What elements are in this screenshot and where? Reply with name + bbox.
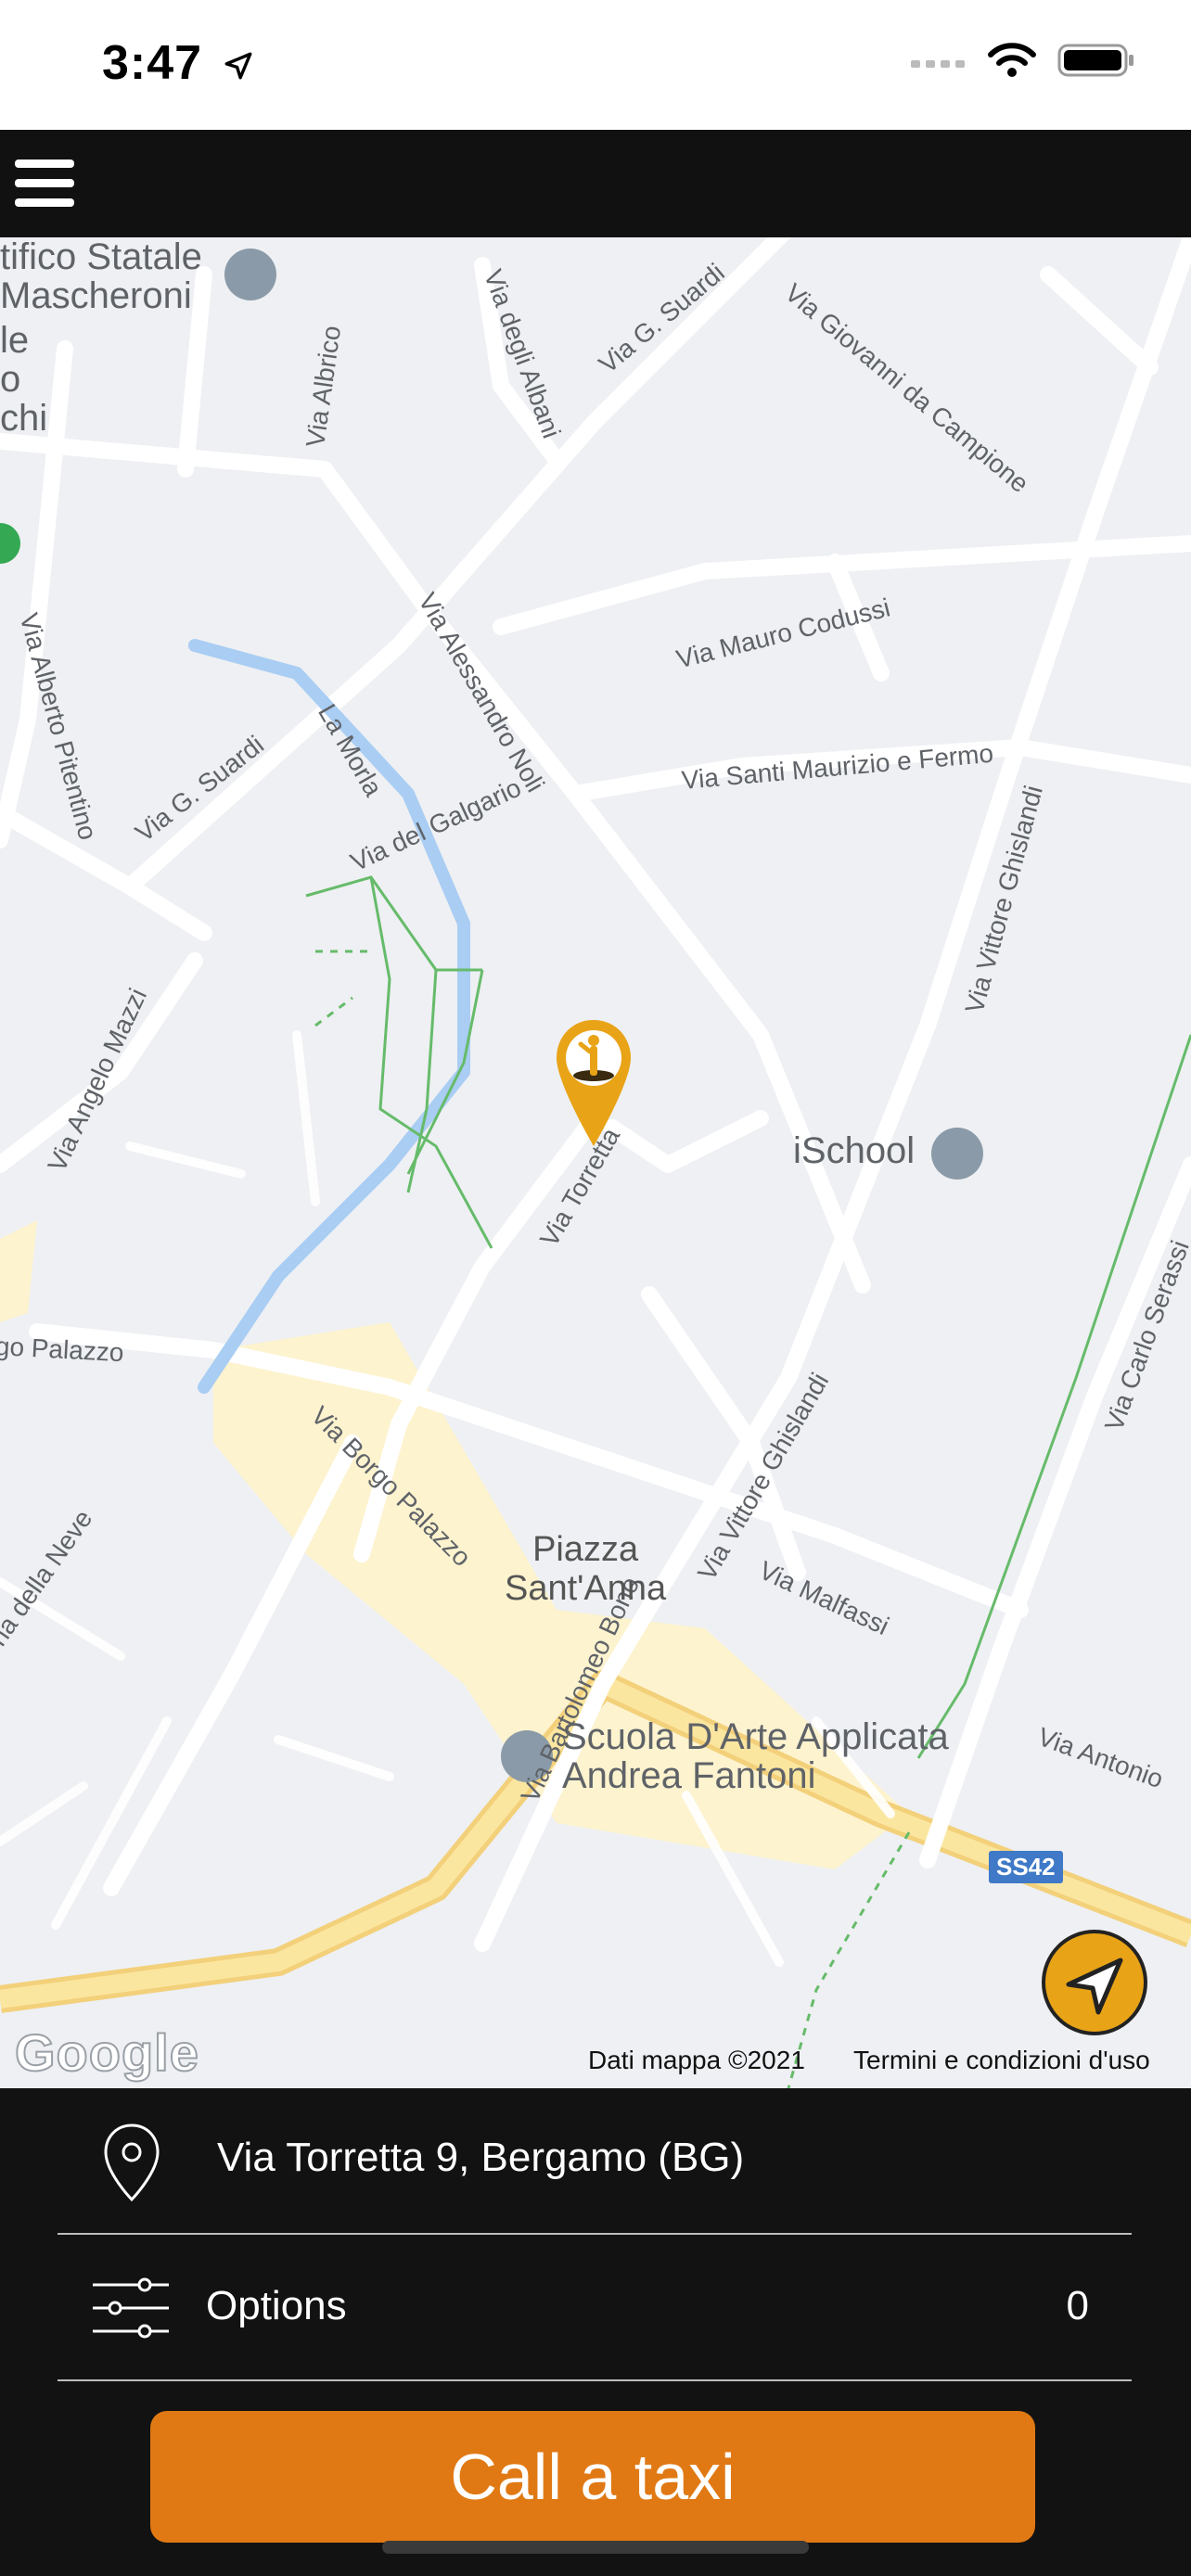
poi-liceo-mascheroni[interactable]: tifico Statale Mascheroni bbox=[0, 237, 202, 315]
battery-icon bbox=[1057, 44, 1133, 77]
location-pin-icon bbox=[104, 2123, 160, 2202]
street-label: go Palazzo bbox=[0, 1332, 125, 1368]
poi-edge-text: le o chi bbox=[0, 320, 48, 439]
taxi-pickup-marker-icon[interactable] bbox=[555, 1018, 633, 1148]
google-logo: Google bbox=[14, 2022, 199, 2083]
options-row[interactable]: Options 0 bbox=[0, 2237, 1191, 2378]
road-badge-ss42: SS42 bbox=[989, 1851, 1063, 1883]
wifi-icon bbox=[988, 43, 1036, 77]
poi-scuola-arte-fantoni[interactable]: Scuola D'Arte Applicata Andrea Fantoni bbox=[562, 1717, 949, 1795]
my-location-button-icon[interactable] bbox=[1041, 1929, 1148, 2036]
status-time: 3:47 bbox=[102, 35, 254, 91]
poi-ischool[interactable]: iSchool bbox=[793, 1131, 915, 1170]
divider bbox=[58, 2379, 1132, 2381]
pickup-address: Via Torretta 9, Bergamo (BG) bbox=[217, 2135, 745, 2180]
place-piazza-sant-anna[interactable]: Piazza Sant'Anna bbox=[505, 1530, 666, 1608]
options-label: Options bbox=[206, 2283, 347, 2328]
nav-bar bbox=[0, 130, 1191, 237]
options-count: 0 bbox=[1066, 2283, 1089, 2328]
cellular-signal-icon bbox=[911, 60, 965, 68]
bottom-panel: Via Torretta 9, Bergamo (BG) Options 0 C… bbox=[0, 2088, 1191, 2576]
location-arrow-icon bbox=[224, 52, 251, 80]
map-attribution: Dati mappa ©2021 bbox=[588, 2046, 805, 2074]
map-terms-link[interactable]: Termini e condizioni d'uso bbox=[853, 2046, 1150, 2075]
home-indicator bbox=[382, 2541, 809, 2554]
sliders-icon bbox=[93, 2277, 169, 2339]
hamburger-menu-icon[interactable] bbox=[11, 156, 78, 211]
divider bbox=[58, 2233, 1132, 2235]
status-bar: 3:47 bbox=[0, 0, 1191, 130]
address-row[interactable]: Via Torretta 9, Bergamo (BG) bbox=[0, 2088, 1191, 2233]
map-view[interactable]: Via G. Suardi Via G. Suardi Via degli Alba… bbox=[0, 237, 1191, 2088]
call-taxi-button[interactable]: Call a taxi bbox=[150, 2411, 1035, 2543]
